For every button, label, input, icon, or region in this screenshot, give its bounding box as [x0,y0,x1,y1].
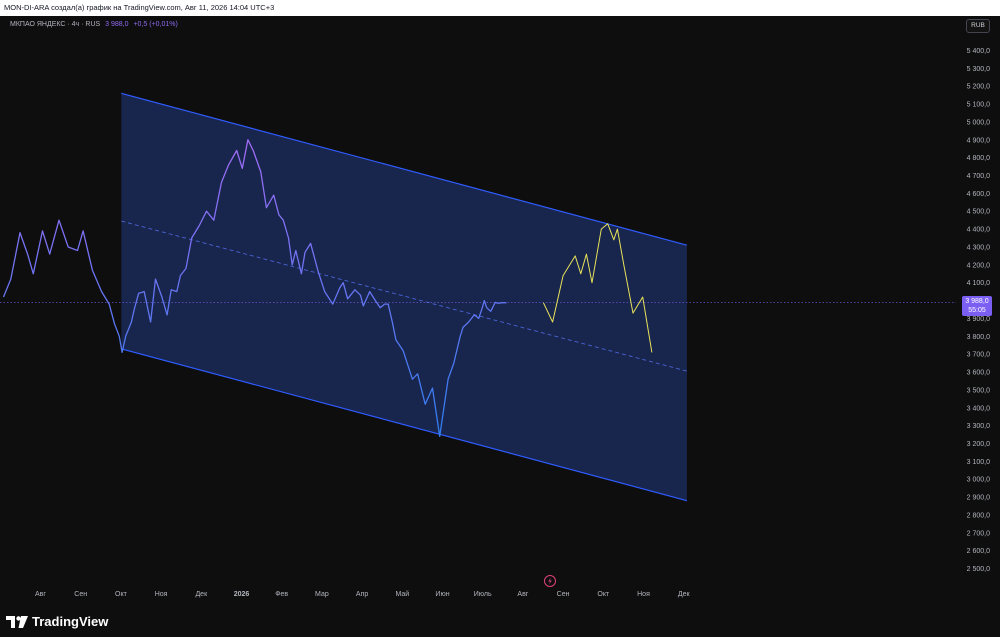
y-tick-label: 3 500,0 [967,387,990,394]
y-tick-label: 4 700,0 [967,173,990,180]
y-tick-label: 5 200,0 [967,84,990,91]
brand-name: TradingView [32,614,109,629]
y-tick-label: 3 000,0 [967,477,990,484]
attribution-bar: MON-DI-ARA создал(а) график на TradingVi… [0,0,1000,16]
current-price-tag: 3 988,0 55:05 [962,296,992,316]
tradingview-logo[interactable]: TradingView [6,614,108,629]
y-tick-label: 3 700,0 [967,352,990,359]
x-tick-label: Июль [474,591,492,598]
y-tick-label: 4 300,0 [967,244,990,251]
chart-area[interactable]: 5 400,0 5 300,0 5 200,0 5 100,0 5 000,0 4 900… [0,16,1000,604]
x-tick-label: Май [395,590,409,598]
y-tick-label: 3 400,0 [967,405,990,412]
lightning-icon[interactable] [544,575,556,587]
x-tick-label: 2026 [234,591,250,598]
y-tick-label: 5 000,0 [967,119,990,126]
price-chart[interactable]: 5 400,0 5 300,0 5 200,0 5 100,0 5 000,0 4 900… [0,16,1000,604]
channel-fill [121,93,687,501]
y-tick-label: 4 500,0 [967,209,990,216]
x-tick-label: Дек [678,591,691,598]
y-tick-label: 2 800,0 [967,512,990,519]
y-tick-label: 3 900,0 [967,316,990,323]
y-tick-label: 4 900,0 [967,137,990,144]
y-tick-label: 5 300,0 [967,66,990,73]
x-tick-label: Сен [74,591,87,598]
x-tick-label: Апр [356,591,368,598]
currency-button[interactable]: RUB [966,19,990,33]
x-tick-label: Авг [517,591,528,598]
attribution-text: MON-DI-ARA создал(а) график на TradingVi… [4,3,275,12]
y-tick-label: 3 100,0 [967,459,990,466]
y-tick-label: 3 600,0 [967,370,990,377]
x-tick-label: Окт [597,591,610,598]
y-tick-label: 4 600,0 [967,191,990,198]
y-tick-label: 2 700,0 [967,530,990,537]
y-tick-label: 5 100,0 [967,102,990,109]
y-tick-label: 4 400,0 [967,227,990,234]
x-tick-label: Окт [115,591,128,598]
y-tick-label: 3 800,0 [967,334,990,341]
legend-change: +0,5 (+0,01%) [133,21,178,28]
footer: TradingView [0,604,1000,637]
x-tick-label: Мар [315,591,329,598]
y-tick-label: 2 600,0 [967,548,990,555]
y-tick-label: 4 800,0 [967,155,990,162]
y-tick-label: 2 900,0 [967,495,990,502]
x-tick-label: Дек [195,591,208,598]
y-tick-label: 4 100,0 [967,280,990,287]
y-tick-label: 3 200,0 [967,441,990,448]
symbol-legend: МКПАО ЯНДЕКС · 4ч · RUS 3 988,0 +0,5 (+0… [10,21,178,28]
y-tick-label: 2 500,0 [967,566,990,573]
price-tag-countdown: 55:05 [968,307,986,314]
x-tick-label: Фев [275,591,288,598]
x-tick-label: Ноя [155,591,168,598]
y-tick-label: 3 300,0 [967,423,990,430]
x-tick-label: Июн [435,591,449,598]
x-tick-label: Ноя [637,591,650,598]
y-tick-label: 5 400,0 [967,48,990,55]
y-tick-label: 4 200,0 [967,262,990,269]
legend-price: 3 988,0 [105,21,129,28]
price-tag-value: 3 988,0 [965,298,989,305]
tradingview-logo-icon [6,615,28,628]
x-tick-label: Сен [557,591,570,598]
symbol-name: МКПАО ЯНДЕКС · 4ч · RUS [10,21,101,28]
x-tick-label: Авг [35,591,46,598]
